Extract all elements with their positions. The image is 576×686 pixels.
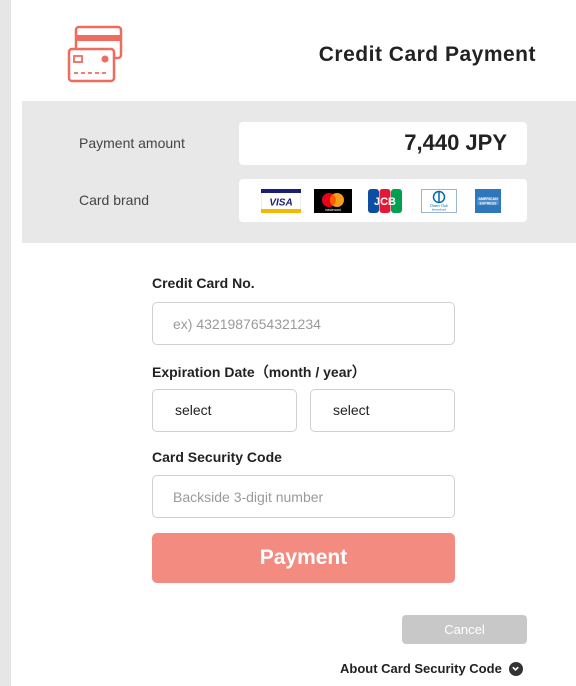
payment-summary: Payment amount 7,440 JPY Card brand VISA… <box>22 101 576 243</box>
payment-amount-value: 7,440 JPY <box>404 130 507 155</box>
security-code-label: Card Security Code <box>152 449 282 465</box>
chevron-down-icon <box>508 661 523 676</box>
security-code-input[interactable] <box>152 475 455 518</box>
svg-text:mastercard: mastercard <box>325 208 341 212</box>
payment-panel: Credit Card Payment Payment amount 7,440… <box>22 0 576 686</box>
svg-text:Diners Club: Diners Club <box>430 204 448 208</box>
page-title: Credit Card Payment <box>318 43 536 66</box>
svg-text:AMERICAN: AMERICAN <box>478 197 498 201</box>
american-express-icon: AMERICAN EXPRESS <box>475 189 501 213</box>
cancel-button[interactable]: Cancel <box>402 615 527 644</box>
window-left-edge <box>0 0 11 686</box>
mastercard-icon: mastercard <box>314 189 352 213</box>
card-number-label: Credit Card No. <box>152 275 255 291</box>
svg-text:EXPRESS: EXPRESS <box>480 202 498 206</box>
payment-amount-box: 7,440 JPY <box>239 122 527 165</box>
jcb-icon: JCB <box>368 189 402 213</box>
diners-club-icon: Diners Club International <box>421 189 457 213</box>
svg-text:International: International <box>432 209 447 212</box>
about-security-code-link[interactable]: About Card Security Code <box>340 661 523 676</box>
card-number-input[interactable] <box>152 302 455 345</box>
svg-text:VISA: VISA <box>269 198 292 209</box>
expiration-year-select[interactable]: select <box>310 389 455 432</box>
visa-icon: VISA <box>261 189 301 213</box>
card-brand-label: Card brand <box>79 192 150 208</box>
svg-text:JCB: JCB <box>374 196 396 208</box>
credit-card-icon <box>67 25 123 83</box>
card-brand-list: VISA mastercard JCB Diners Club Internat… <box>239 179 527 222</box>
expiration-date-label: Expiration Date（month / year） <box>152 364 366 380</box>
about-security-code-label: About Card Security Code <box>340 661 502 676</box>
expiration-month-select[interactable]: select <box>152 389 297 432</box>
payment-amount-label: Payment amount <box>79 135 185 151</box>
payment-button[interactable]: Payment <box>152 533 455 583</box>
